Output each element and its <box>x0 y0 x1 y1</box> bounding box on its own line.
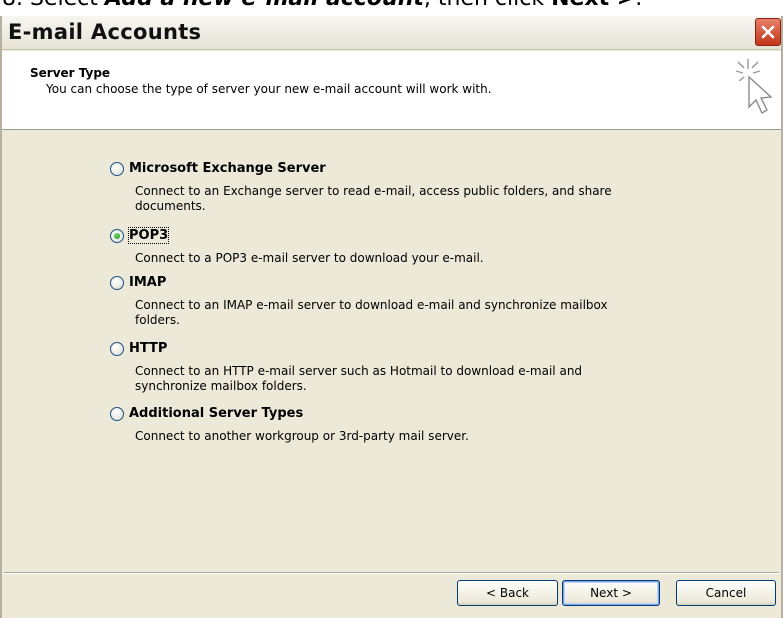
title-bar: E-mail Accounts <box>2 16 781 50</box>
radio-additional[interactable] <box>110 407 124 421</box>
close-button[interactable] <box>755 18 781 46</box>
instruction-text: 8. Select Add a new e-mail account, then… <box>2 0 642 11</box>
option-label-imap[interactable]: IMAP <box>129 275 166 290</box>
option-label-additional[interactable]: Additional Server Types <box>129 406 303 421</box>
caption-emphasis-account: Add a new e-mail account <box>105 0 424 11</box>
option-desc-exchange-line2: documents. <box>135 199 206 213</box>
header-subtitle: You can choose the type of server your n… <box>46 82 492 96</box>
back-button[interactable]: < Back <box>457 580 558 606</box>
radio-imap[interactable] <box>110 276 124 290</box>
option-label-http[interactable]: HTTP <box>129 341 167 356</box>
close-icon <box>761 25 775 39</box>
caption-prefix: 8. Select <box>2 0 105 11</box>
option-label-pop3[interactable]: POP3 <box>127 227 170 244</box>
option-desc-exchange-line1: Connect to an Exchange server to read e-… <box>135 184 612 198</box>
option-desc-http-line1: Connect to an HTTP e-mail server such as… <box>135 364 583 378</box>
radio-http[interactable] <box>110 342 124 356</box>
option-label-exchange[interactable]: Microsoft Exchange Server <box>129 161 326 176</box>
caption-suffix: . <box>635 0 642 11</box>
email-accounts-dialog: E-mail Accounts Server Type You can choo… <box>0 16 783 618</box>
option-desc-http-line2: synchronize mailbox folders. <box>135 379 307 393</box>
cursor-sparkle-icon <box>735 59 773 115</box>
header-title: Server Type <box>30 66 111 80</box>
option-desc-imap-line2: folders. <box>135 313 180 327</box>
radio-exchange[interactable] <box>110 162 124 176</box>
footer-divider <box>4 572 779 574</box>
option-desc-additional: Connect to another workgroup or 3rd-part… <box>135 429 469 443</box>
wizard-header: Server Type You can choose the type of s… <box>2 51 781 130</box>
radio-pop3[interactable] <box>110 229 124 243</box>
option-desc-pop3: Connect to a POP3 e-mail server to downl… <box>135 251 484 265</box>
cancel-button[interactable]: Cancel <box>676 580 776 606</box>
window-title: E-mail Accounts <box>8 20 202 44</box>
caption-emphasis-next: Next > <box>551 0 635 11</box>
option-desc-imap-line1: Connect to an IMAP e-mail server to down… <box>135 298 608 312</box>
next-button[interactable]: Next > <box>562 580 660 606</box>
caption-middle: , then click <box>424 0 551 11</box>
